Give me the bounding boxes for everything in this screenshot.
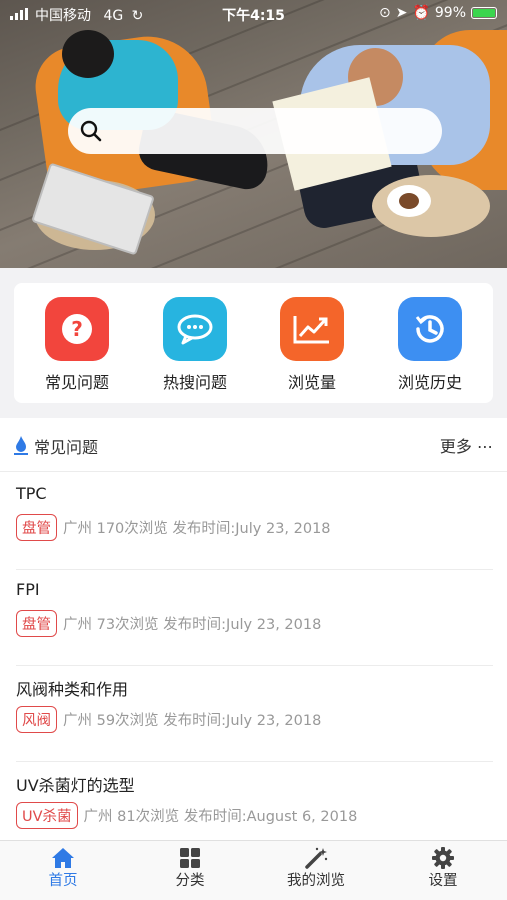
article-list-item[interactable]: 风阀种类和作用 风阀 广州 59次浏览 发布时间:July 23, 2018 xyxy=(16,666,493,762)
quick-link-history[interactable]: 浏览历史 xyxy=(375,297,485,393)
category-tag: 风阀 xyxy=(16,706,57,733)
alarm-icon: ⏰ xyxy=(412,5,430,21)
question-icon: ? xyxy=(45,297,109,361)
article-list-item[interactable]: FPI 盘管 广州 73次浏览 发布时间:July 23, 2018 xyxy=(16,570,493,666)
tab-label: 分类 xyxy=(175,873,205,889)
battery-icon xyxy=(471,7,497,19)
section-title: 常见问题 xyxy=(34,438,99,457)
category-tag: 盘管 xyxy=(16,514,57,541)
quick-link-label: 浏览量 xyxy=(287,373,336,392)
gear-icon xyxy=(432,847,454,869)
search-icon xyxy=(80,120,102,142)
magic-wand-icon xyxy=(305,847,328,869)
tab-label: 首页 xyxy=(48,873,78,889)
home-icon xyxy=(52,848,74,868)
article-title: UV杀菌灯的选型 xyxy=(16,776,135,795)
status-bar: 中国移动 4G ↻ 下午4:15 ⊙ ➤ ⏰ 99% xyxy=(0,0,507,28)
quick-link-hot[interactable]: 热搜问题 xyxy=(140,297,250,393)
tab-my-browsing[interactable]: 我的浏览 xyxy=(253,847,379,890)
quick-link-label: 浏览历史 xyxy=(397,373,462,392)
category-tag: 盘管 xyxy=(16,610,57,637)
quick-link-label: 热搜问题 xyxy=(162,373,227,392)
article-title: TPC xyxy=(16,484,47,503)
article-title: FPI xyxy=(16,580,40,599)
tab-label: 我的浏览 xyxy=(287,873,345,889)
history-icon xyxy=(398,297,462,361)
search-bar[interactable] xyxy=(68,108,442,154)
quick-links-panel: ? 常见问题 热搜问题 浏览量 浏览历史 xyxy=(14,283,493,403)
flame-icon xyxy=(14,436,28,455)
article-title: 风阀种类和作用 xyxy=(16,680,129,699)
article-meta: 广州 59次浏览 发布时间:July 23, 2018 xyxy=(63,713,322,729)
section-header: 常见问题 更多 ⋯ xyxy=(0,418,507,472)
battery-percent: 99% xyxy=(434,5,466,21)
category-tag: UV杀菌 xyxy=(16,802,78,829)
article-meta: 广州 81次浏览 发布时间:August 6, 2018 xyxy=(83,809,358,825)
tab-label: 设置 xyxy=(428,873,458,889)
article-list-item[interactable]: TPC 盘管 广州 170次浏览 发布时间:July 23, 2018 xyxy=(16,474,493,570)
rotation-lock-icon: ⊙ xyxy=(378,5,391,21)
grid-icon xyxy=(180,848,200,868)
quick-link-label: 常见问题 xyxy=(44,373,109,392)
bottom-tab-bar: 首页 分类 我的浏览 设置 xyxy=(0,840,507,900)
tab-home[interactable]: 首页 xyxy=(0,847,126,890)
quick-link-faq[interactable]: ? 常见问题 xyxy=(22,297,132,393)
tab-category[interactable]: 分类 xyxy=(127,847,253,890)
more-link[interactable]: 更多 ⋯ xyxy=(440,433,493,457)
trend-chart-icon xyxy=(280,297,344,361)
location-icon: ➤ xyxy=(395,5,408,21)
chat-bubbles-icon xyxy=(163,297,227,361)
search-input[interactable] xyxy=(116,116,426,146)
svg-text:?: ? xyxy=(71,317,83,341)
tab-settings[interactable]: 设置 xyxy=(380,847,506,890)
article-meta: 广州 170次浏览 发布时间:July 23, 2018 xyxy=(63,521,331,537)
faq-section: 常见问题 更多 ⋯ TPC 盘管 广州 170次浏览 发布时间:July 23,… xyxy=(0,418,507,840)
quick-link-views[interactable]: 浏览量 xyxy=(257,297,367,393)
article-meta: 广州 73次浏览 发布时间:July 23, 2018 xyxy=(63,617,322,633)
